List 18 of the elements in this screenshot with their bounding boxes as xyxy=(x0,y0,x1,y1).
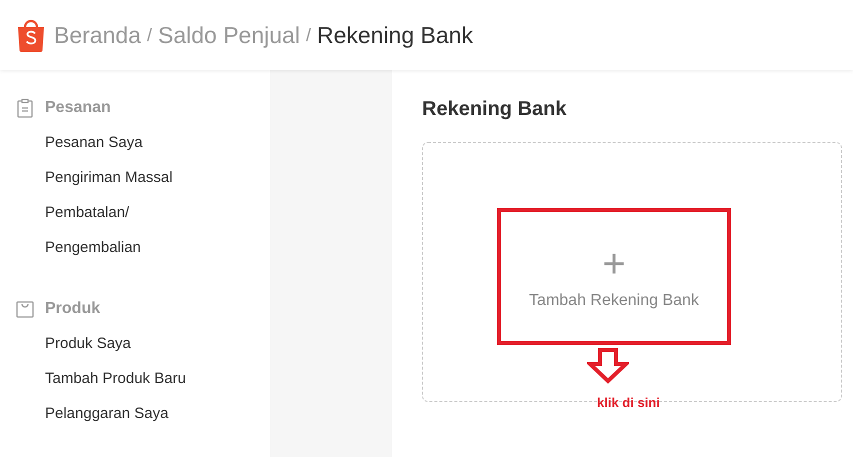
sidebar-item[interactable]: Pesanan Saya xyxy=(0,132,270,167)
sidebar-item[interactable]: Pengembalian xyxy=(0,237,270,272)
down-arrow-icon xyxy=(587,348,629,384)
sidebar-section-title: Produk xyxy=(45,300,100,318)
bag-icon xyxy=(15,299,35,319)
sidebar-section-title: Pesanan xyxy=(45,99,111,117)
breadcrumb-separator: / xyxy=(306,24,311,46)
sidebar-item[interactable]: Pengiriman Massal xyxy=(0,167,270,202)
sidebar-item[interactable]: Pembatalan/ xyxy=(0,202,270,237)
sidebar-item[interactable]: Tambah Produk Baru xyxy=(0,368,270,403)
clipboard-icon xyxy=(15,98,35,118)
add-bank-account-button[interactable]: + Tambah Rekening Bank xyxy=(529,244,699,310)
breadcrumb-separator: / xyxy=(146,24,152,46)
page-title: Rekening Bank xyxy=(422,98,568,121)
shopping-bag-logo-icon xyxy=(15,18,47,52)
annotation-text: klik di sini xyxy=(597,395,660,410)
sidebar-item[interactable]: Produk Saya xyxy=(0,333,270,368)
sidebar-item[interactable]: Pelanggaran Saya xyxy=(0,403,270,438)
